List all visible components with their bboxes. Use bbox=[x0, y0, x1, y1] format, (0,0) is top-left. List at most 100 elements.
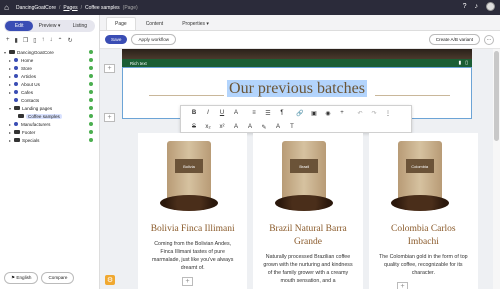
product-name[interactable]: Bolivia Finca Illimani bbox=[138, 223, 247, 236]
tree-node[interactable]: ▸ Specials bbox=[4, 136, 99, 144]
product-card[interactable]: Brazil Brazil Natural Barra Grande Natur… bbox=[253, 133, 363, 289]
link-icon[interactable]: 🔗 bbox=[293, 110, 307, 117]
status-dot bbox=[89, 138, 93, 142]
widget-header-bar[interactable]: Rich text ▮ ▯ bbox=[122, 59, 472, 67]
scrollbar-thumb[interactable] bbox=[494, 51, 499, 141]
bell-icon[interactable]: ♪ bbox=[475, 3, 479, 10]
section-heading[interactable]: Our previous batches bbox=[123, 80, 471, 98]
tree-node[interactable]: ▸ Articles bbox=[4, 72, 99, 80]
bold-icon[interactable]: B bbox=[187, 110, 201, 116]
italic-icon[interactable]: I bbox=[201, 110, 215, 116]
tree-node-label: Landing pages bbox=[22, 105, 53, 111]
mode-preview-label: Preview bbox=[38, 23, 57, 29]
product-name[interactable]: Colombia Carlos Imbachi bbox=[369, 223, 478, 249]
avatar[interactable] bbox=[486, 2, 495, 11]
gear-icon[interactable]: ⚙ bbox=[105, 275, 115, 285]
tree-node[interactable]: ▸ Store bbox=[4, 64, 99, 72]
help-icon[interactable]: ? bbox=[463, 3, 467, 10]
product-name[interactable]: Brazil Natural Barra Grande bbox=[253, 223, 362, 249]
tree-node-label: Footer bbox=[22, 129, 36, 135]
tree-node[interactable]: ▸ Cafes bbox=[4, 88, 99, 96]
add-widget-button[interactable]: + bbox=[104, 113, 115, 122]
collapse-icon[interactable]: ⌃ bbox=[58, 37, 63, 44]
add-section-button[interactable]: + bbox=[104, 64, 115, 73]
tree-node-label: Contacts bbox=[21, 97, 40, 103]
breadcrumb-pages[interactable]: Pages bbox=[63, 5, 77, 11]
text-color-icon[interactable]: A bbox=[229, 124, 243, 130]
save-button[interactable]: Save bbox=[105, 35, 128, 44]
status-dot bbox=[89, 98, 93, 102]
coffee-beans bbox=[160, 195, 218, 211]
product-card[interactable]: Bolivia Bolivia Finca Illimani Coming fr… bbox=[138, 133, 248, 289]
more-options-button[interactable]: ··· bbox=[484, 34, 494, 45]
tree-node[interactable]: ▸ About Us bbox=[4, 80, 99, 88]
superscript-icon[interactable]: x² bbox=[215, 124, 229, 130]
mode-edit[interactable]: Edit bbox=[5, 21, 34, 31]
undo-icon[interactable]: ↶ bbox=[353, 110, 367, 117]
apply-workflow-button[interactable]: Apply workflow bbox=[131, 34, 177, 45]
emoji-icon[interactable]: ◉ bbox=[321, 110, 335, 117]
canvas-scrollbar[interactable] bbox=[493, 49, 500, 289]
page-icon bbox=[14, 98, 18, 102]
widget-options-icon[interactable]: ▮ bbox=[458, 60, 461, 66]
ordered-list-icon[interactable]: ≡ bbox=[247, 110, 261, 116]
clear-format-icon[interactable]: T bbox=[285, 124, 299, 130]
status-dot bbox=[89, 50, 93, 54]
move-icon[interactable]: ▯ bbox=[33, 37, 36, 44]
app-name[interactable]: DancingGoatCore bbox=[16, 5, 56, 11]
tree-node[interactable]: ▸ Home bbox=[4, 56, 99, 64]
unordered-list-icon[interactable]: ☰ bbox=[261, 110, 275, 117]
strikethrough-icon[interactable]: S bbox=[187, 124, 201, 130]
hero-image bbox=[122, 49, 472, 59]
up-icon[interactable]: ↑ bbox=[42, 37, 45, 44]
product-card[interactable]: Colombia Colombia Carlos Imbachi The Col… bbox=[368, 133, 478, 289]
redo-icon[interactable]: ↷ bbox=[367, 110, 381, 117]
more-icon[interactable]: ⋮ bbox=[381, 110, 395, 117]
tree-node[interactable]: ▸ Footer bbox=[4, 128, 99, 136]
tree-node[interactable]: ▸ Manufacturers bbox=[4, 120, 99, 128]
folder-icon bbox=[14, 106, 20, 110]
widget-delete-icon[interactable]: ▯ bbox=[465, 60, 468, 66]
section-heading-text[interactable]: Our previous batches bbox=[227, 80, 367, 97]
status-dot bbox=[89, 130, 93, 134]
add-widget-button[interactable]: + bbox=[182, 277, 193, 286]
tree-node[interactable]: ▾ DancingGoatCore bbox=[4, 48, 99, 56]
home-icon[interactable]: ⌂ bbox=[0, 0, 13, 15]
breadcrumb-type: (Page) bbox=[122, 4, 138, 11]
font-size-icon[interactable]: A bbox=[229, 110, 243, 116]
folder-icon bbox=[9, 50, 15, 54]
tab-page[interactable]: Page bbox=[106, 17, 136, 30]
insert-icon[interactable]: + bbox=[335, 110, 349, 116]
language-select[interactable]: ⚑ English bbox=[4, 272, 39, 284]
paragraph-icon[interactable]: ¶ bbox=[275, 110, 289, 116]
copy-icon[interactable]: ❐ bbox=[23, 37, 28, 44]
compare-button[interactable]: Compare bbox=[41, 272, 75, 284]
down-icon[interactable]: ↓ bbox=[50, 37, 53, 44]
create-ab-variant-button[interactable]: Create A/B variant bbox=[428, 34, 480, 45]
mode-listing[interactable]: Listing bbox=[66, 21, 94, 31]
tree-node-selected[interactable]: Coffee samples bbox=[4, 112, 99, 120]
page-builder-canvas: Rich text ▮ ▯ + Our previous batches + B… bbox=[100, 49, 493, 289]
background-color-icon[interactable]: A bbox=[243, 124, 257, 130]
tree-node-label: Cafes bbox=[21, 89, 34, 95]
underline-icon[interactable]: U bbox=[215, 110, 229, 116]
mode-preview[interactable]: Preview ▾ bbox=[35, 21, 63, 31]
image-icon[interactable]: ▣ bbox=[307, 110, 321, 117]
tree-node[interactable]: Contacts bbox=[4, 96, 99, 104]
product-image: Bolivia bbox=[138, 133, 247, 223]
delete-icon[interactable]: ▮ bbox=[15, 37, 18, 44]
tab-properties[interactable]: Properties ▾ bbox=[173, 17, 218, 30]
add-widget-button[interactable]: + bbox=[397, 282, 408, 289]
tree-node[interactable]: ▾ Landing pages bbox=[4, 104, 99, 112]
plus-icon[interactable]: + bbox=[6, 37, 10, 44]
text-style-icon[interactable]: A bbox=[271, 124, 285, 130]
breadcrumb: DancingGoatCore / Pages / Coffee samples… bbox=[16, 5, 138, 11]
refresh-icon[interactable]: ↻ bbox=[68, 37, 73, 44]
highlight-icon[interactable]: ✎ bbox=[257, 124, 271, 131]
mode-switcher: Edit Preview ▾ Listing bbox=[4, 20, 95, 32]
action-bar: Save Apply workflow Create A/B variant ·… bbox=[100, 31, 500, 49]
tab-content[interactable]: Content bbox=[137, 17, 173, 30]
subscript-icon[interactable]: x₂ bbox=[201, 124, 215, 130]
format-row: B I U A ≡ ☰ ¶ 🔗 ▣ ◉ + ↶ ↷ ⋮ bbox=[181, 106, 411, 120]
status-dot bbox=[89, 114, 93, 118]
